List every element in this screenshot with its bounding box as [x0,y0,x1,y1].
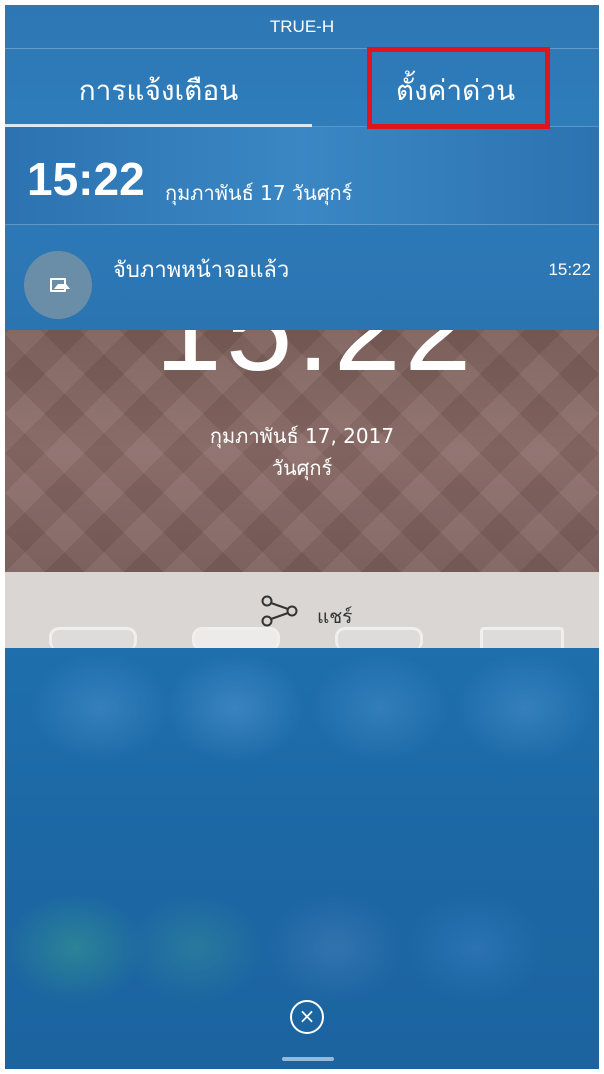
lock-day: วันศุกร์ [271,456,333,480]
notification-time: 15:22 [548,260,591,279]
notification-title: จับภาพหน้าจอแล้ว [113,258,290,283]
carrier-label: TRUE-H [5,5,599,49]
lock-screen: 15:22 กุมภาพันธ์ 17, 2017 วันศุกร์ [5,262,599,572]
tab-notifications[interactable]: การแจ้งเตือน [5,49,312,127]
notification-app-icon [24,251,92,319]
datetime-header: 15:22 กุมภาพันธ์ 17 วันศุกร์ [5,127,599,225]
highlight-box [367,47,550,129]
share-bar[interactable]: แชร์ [5,572,599,651]
notification-shade: TRUE-H การแจ้งเตือน ตั้งค่าด่วน 15:22 กุ… [5,5,599,330]
header-time: 15:22 [27,153,145,205]
header-date: กุมภาพันธ์ 17 วันศุกร์ [165,181,353,205]
image-icon [50,278,70,292]
screen: 15:22 กุมภาพันธ์ 17, 2017 วันศุกร์ แชร์ … [5,5,599,1069]
close-icon[interactable]: × [290,1000,324,1034]
notification-item[interactable]: จับภาพหน้าจอแล้ว 15:22 [5,226,599,330]
home-handle[interactable] [282,1057,334,1061]
lock-date: กุมภาพันธ์ 17, 2017 [209,424,395,448]
share-icon[interactable] [259,594,299,628]
blurred-panel: × [5,648,599,1069]
